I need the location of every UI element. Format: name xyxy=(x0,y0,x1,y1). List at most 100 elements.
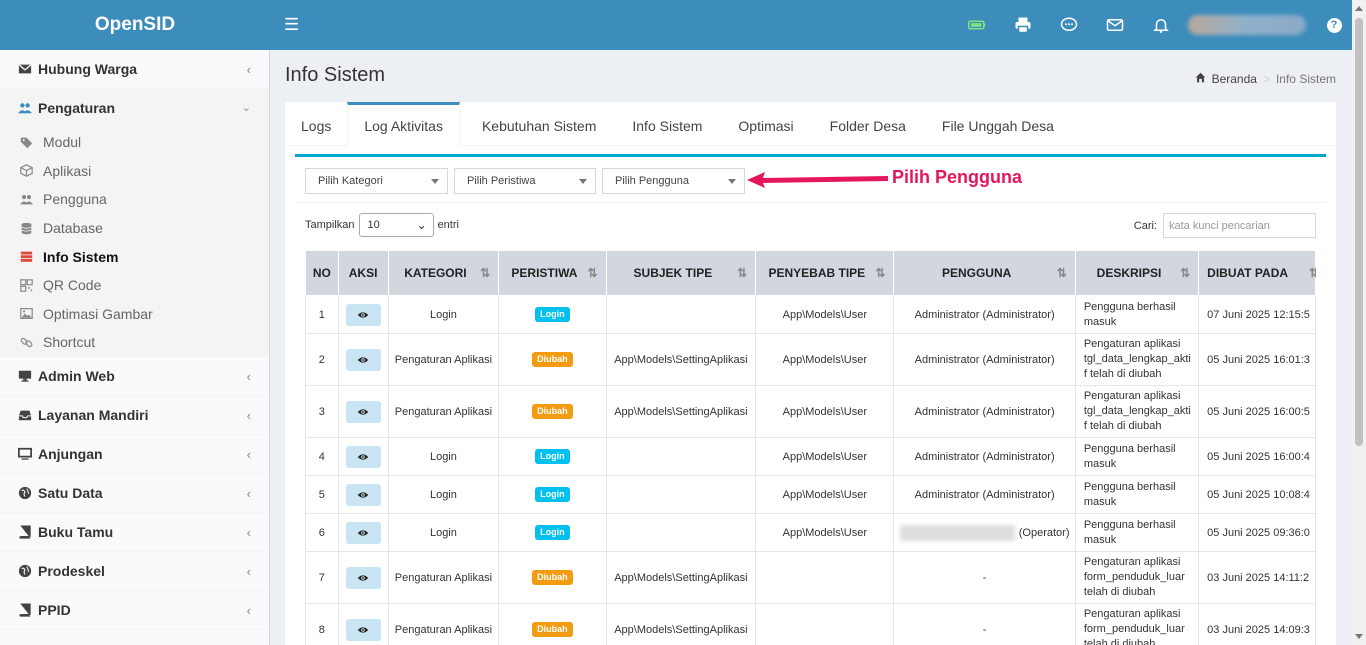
cell-pengguna: Administrator (Administrator) xyxy=(893,295,1076,334)
column-header-kategori[interactable]: KATEGORI ⇅ xyxy=(387,250,500,296)
breadcrumb-home[interactable]: Beranda xyxy=(1212,72,1257,86)
sidebar-item-ppid[interactable]: PPID ‹ xyxy=(0,591,269,630)
column-header-pengguna[interactable]: PENGGUNA ⇅ xyxy=(893,250,1076,296)
cell-dibuat-pada: 05 Juni 2025 16:01:3 xyxy=(1198,333,1316,386)
submenu-label: Shortcut xyxy=(43,334,96,351)
cell-pengguna: Administrator (Administrator) xyxy=(893,333,1076,386)
sort-icon[interactable]: ⇅ xyxy=(1180,266,1190,280)
cell-pengguna: Administrator (Administrator) xyxy=(893,475,1076,514)
tab-folder-desa[interactable]: Folder Desa xyxy=(810,102,922,146)
sidebar-item-satu-data[interactable]: Satu Data ‹ xyxy=(0,474,269,513)
mail-icon[interactable] xyxy=(1092,0,1138,50)
column-header-subjek-tipe[interactable]: SUBJEK TIPE ⇅ xyxy=(605,250,757,296)
tab-file-unggah-desa[interactable]: File Unggah Desa xyxy=(922,102,1070,146)
scroll-up-icon[interactable] xyxy=(1355,6,1363,11)
tab-log-aktivitas[interactable]: Log Aktivitas xyxy=(347,102,460,146)
cell-dibuat-pada: 05 Juni 2025 10:08:4 xyxy=(1198,475,1316,514)
eye-icon xyxy=(357,453,369,460)
sidebar-item-pengaturan[interactable]: Pengaturan ⌄ xyxy=(0,89,269,128)
peristiwa-select[interactable]: Pilih Peristiwa xyxy=(454,168,596,194)
sort-icon[interactable]: ⇅ xyxy=(587,266,597,280)
submenu-pengaturan: Modul Aplikasi Pengguna Database Info Si… xyxy=(0,128,269,357)
tab-optimasi[interactable]: Optimasi xyxy=(718,102,809,146)
table-row: 3 Pengaturan Aplikasi Diubah App\Models\Set… xyxy=(305,385,1316,438)
submenu-item-info-sistem[interactable]: Info Sistem xyxy=(0,242,269,271)
cell-deskripsi: Pengguna berhasil masuk xyxy=(1074,513,1200,552)
book-icon xyxy=(18,525,38,539)
view-detail-button[interactable] xyxy=(345,400,381,423)
scrollbar-thumb[interactable] xyxy=(1355,18,1363,446)
app-logo[interactable]: OpenSID xyxy=(0,0,270,50)
view-detail-button[interactable] xyxy=(345,348,381,371)
column-header-dibuat-pada[interactable]: DIBUAT PADA ⇅ xyxy=(1198,250,1316,296)
peristiwa-badge: Diubah xyxy=(532,570,573,585)
submenu-item-pengguna[interactable]: Pengguna xyxy=(0,185,269,214)
sort-icon[interactable]: ⇅ xyxy=(1309,266,1316,280)
user-menu[interactable] xyxy=(1188,15,1306,35)
cell-no: 3 xyxy=(305,385,339,438)
annotation-label: Pilih Pengguna xyxy=(892,167,1023,187)
view-detail-button[interactable] xyxy=(345,483,381,506)
cell-peristiwa: Login xyxy=(498,437,607,476)
bell-icon[interactable] xyxy=(1138,0,1184,50)
page-scrollbar[interactable] xyxy=(1352,0,1366,645)
chevron-left-icon: ‹ xyxy=(246,368,251,384)
sort-icon[interactable]: ⇅ xyxy=(875,266,885,280)
pengguna-select[interactable]: Pilih Pengguna xyxy=(602,168,745,194)
sidebar-toggle-icon[interactable]: ☰ xyxy=(284,15,299,35)
help-icon[interactable]: ? xyxy=(1316,17,1352,33)
column-header-no[interactable]: NO xyxy=(305,250,339,296)
page-length-select[interactable]: 10 ⌄ xyxy=(358,213,434,237)
sidebar-item-layanan-mandiri[interactable]: Layanan Mandiri ‹ xyxy=(0,396,269,435)
cell-penyebab-tipe: App\Models\User xyxy=(755,385,895,438)
sort-icon[interactable]: ⇅ xyxy=(480,266,490,280)
column-header-deskripsi[interactable]: DESKRIPSI ⇅ xyxy=(1074,250,1200,296)
sidebar-item-buku-tamu[interactable]: Buku Tamu ‹ xyxy=(0,513,269,552)
scroll-down-icon[interactable] xyxy=(1355,634,1363,639)
caret-down-icon xyxy=(431,179,439,184)
cell-dibuat-pada: 03 Juni 2025 14:11:2 xyxy=(1198,551,1316,604)
tab-logs[interactable]: Logs xyxy=(285,102,347,146)
envelope-icon xyxy=(18,62,38,76)
submenu-item-optimasi-gambar[interactable]: Optimasi Gambar xyxy=(0,300,269,329)
sidebar-item-admin-web[interactable]: Admin Web ‹ xyxy=(0,357,269,396)
battery-icon[interactable] xyxy=(954,0,1000,50)
tab-kebutuhan-sistem[interactable]: Kebutuhan Sistem xyxy=(460,102,612,146)
users-icon xyxy=(18,101,38,115)
eye-icon xyxy=(357,311,369,318)
submenu-item-shortcut[interactable]: Shortcut xyxy=(0,328,269,357)
column-header-penyebab-tipe[interactable]: PENYEBAB TIPE ⇅ xyxy=(755,250,895,296)
submenu-item-modul[interactable]: Modul xyxy=(0,128,269,157)
search-input[interactable]: kata kunci pencarian xyxy=(1163,213,1316,238)
cell-deskripsi: Pengaturan aplikasi tgl_data_lengkap_akt… xyxy=(1074,333,1200,386)
sort-icon[interactable]: ⇅ xyxy=(1057,266,1067,280)
submenu-label: Info Sistem xyxy=(43,248,119,265)
chevron-left-icon: ‹ xyxy=(246,407,251,423)
sidebar-item-prodeskel[interactable]: Prodeskel ‹ xyxy=(0,552,269,591)
sidebar-item-anjungan[interactable]: Anjungan ‹ xyxy=(0,435,269,474)
cell-peristiwa: Login xyxy=(498,513,607,552)
cell-kategori: Pengaturan Aplikasi xyxy=(387,551,500,604)
sort-icon[interactable]: ⇅ xyxy=(737,266,747,280)
column-header-peristiwa[interactable]: PERISTIWA ⇅ xyxy=(498,250,607,296)
submenu-label: Database xyxy=(43,220,103,237)
cell-dibuat-pada: 05 Juni 2025 09:36:0 xyxy=(1198,513,1316,552)
kategori-select[interactable]: Pilih Kategori xyxy=(305,168,448,194)
submenu-item-aplikasi[interactable]: Aplikasi xyxy=(0,157,269,186)
cell-dibuat-pada: 05 Juni 2025 16:00:5 xyxy=(1198,385,1316,438)
cell-penyebab-tipe: App\Models\User xyxy=(755,475,895,514)
view-detail-button[interactable] xyxy=(345,618,381,641)
peristiwa-badge: Diubah xyxy=(532,404,573,419)
submenu-item-qr-code[interactable]: QR Code xyxy=(0,271,269,300)
view-detail-button[interactable] xyxy=(345,521,381,544)
chat-icon[interactable] xyxy=(1046,0,1092,50)
submenu-item-database[interactable]: Database xyxy=(0,214,269,243)
table-row: 4 Login Login App\Models\User Administrator … xyxy=(305,437,1316,476)
view-detail-button[interactable] xyxy=(345,303,381,326)
view-detail-button[interactable] xyxy=(345,566,381,589)
tab-info-sistem[interactable]: Info Sistem xyxy=(612,102,718,146)
view-detail-button[interactable] xyxy=(345,445,381,468)
globe-icon xyxy=(18,564,38,578)
print-icon[interactable] xyxy=(1000,0,1046,50)
sidebar-item-hubung-warga[interactable]: Hubung Warga ‹ xyxy=(0,50,269,89)
